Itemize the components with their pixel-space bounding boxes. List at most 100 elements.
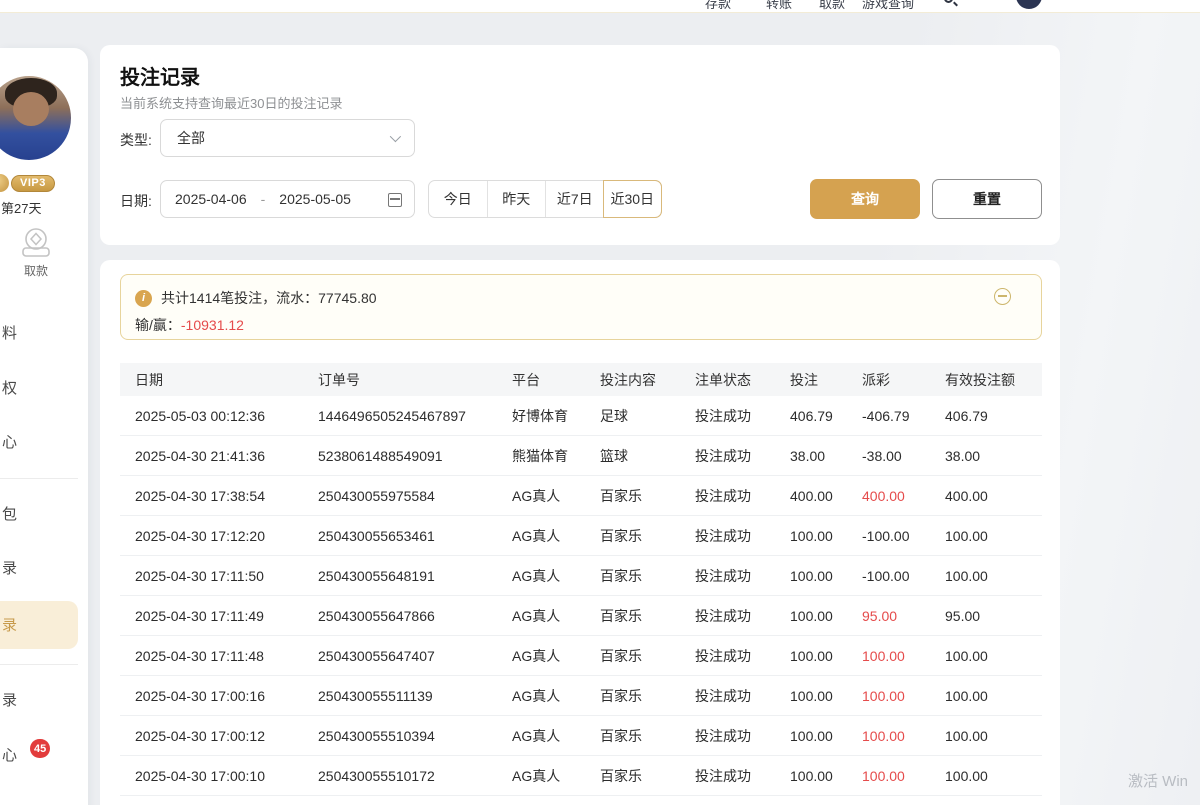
sidebar-divider [0, 478, 78, 479]
sidebar-item-transaction-records[interactable]: 录 [0, 557, 78, 581]
type-select-value: 全部 [177, 128, 205, 148]
cell-order: 250430055648191 [318, 568, 512, 584]
collapse-icon[interactable] [994, 288, 1011, 305]
table-header: 日期 订单号 平台 投注内容 注单状态 投注 派彩 有效投注额 [120, 363, 1042, 396]
date-range-input[interactable]: 2025-04-06 - 2025-05-05 [160, 180, 415, 218]
quick-yesterday-button[interactable]: 昨天 [487, 181, 546, 217]
table-row: 2025-04-30 17:00:10 250430055510172 AG真人… [120, 756, 1042, 796]
cell-status: 投注成功 [695, 726, 790, 746]
cell-bet: 100.00 [790, 568, 862, 584]
header-payout: 派彩 [862, 370, 945, 390]
search-button[interactable]: 查询 [810, 179, 920, 219]
cell-valid-bet: 406.79 [945, 408, 1027, 424]
type-label: 类型: [120, 130, 152, 150]
table-row: 2025-04-30 21:41:36 5238061488549091 熊猫体… [120, 436, 1042, 476]
cell-date: 2025-04-30 21:41:36 [135, 448, 318, 464]
sidebar-item-other-records[interactable]: 录 [0, 689, 78, 713]
cell-bet: 100.00 [790, 688, 862, 704]
page-title: 投注记录 [120, 61, 200, 90]
sidebar-item-redpacket[interactable]: 包 [0, 503, 78, 527]
cell-content: 百家乐 [600, 486, 695, 506]
chevron-down-icon [390, 131, 401, 142]
cell-bet: 100.00 [790, 608, 862, 624]
cell-valid-bet: 38.00 [945, 448, 1027, 464]
cell-payout: -100.00 [862, 528, 945, 544]
sidebar-item-privileges[interactable]: 权 [0, 377, 78, 401]
page-subtitle: 当前系统支持查询最近30日的投注记录 [120, 93, 342, 112]
type-select[interactable]: 全部 [160, 119, 415, 157]
info-icon: i [135, 290, 152, 307]
reset-button[interactable]: 重置 [932, 179, 1042, 219]
cell-bet: 406.79 [790, 408, 862, 424]
summary-total-text: 共计1414笔投注，流水：77745.80 [161, 288, 377, 308]
cell-content: 百家乐 [600, 526, 695, 546]
cell-platform: AG真人 [512, 566, 600, 586]
cell-date: 2025-04-30 17:00:12 [135, 728, 318, 744]
cell-content: 足球 [600, 406, 695, 426]
cell-content: 百家乐 [600, 566, 695, 586]
cell-bet: 100.00 [790, 768, 862, 784]
cell-date: 2025-04-30 17:00:10 [135, 768, 318, 784]
withdraw-label: 取款 [14, 262, 58, 279]
header-date: 日期 [135, 370, 318, 390]
user-avatar-topbar[interactable] [1016, 0, 1042, 9]
cell-content: 百家乐 [600, 606, 695, 626]
date-start-value: 2025-04-06 [175, 191, 247, 207]
results-card: i 共计1414笔投注，流水：77745.80 输/赢：-10931.12 日期… [100, 260, 1060, 805]
cell-order: 250430055975584 [318, 488, 512, 504]
cell-status: 投注成功 [695, 446, 790, 466]
filter-card: 投注记录 当前系统支持查询最近30日的投注记录 类型: 全部 日期: 2025-… [100, 45, 1060, 245]
nav-deposit[interactable]: 存款 [705, 0, 731, 12]
cell-status: 投注成功 [695, 606, 790, 626]
winloss-value: -10931.12 [181, 317, 244, 333]
table-row: 2025-04-30 17:38:54 250430055975584 AG真人… [120, 476, 1042, 516]
sidebar-item-profile[interactable]: 料 [0, 322, 78, 346]
cell-platform: AG真人 [512, 486, 600, 506]
cell-content: 百家乐 [600, 646, 695, 666]
cell-bet: 38.00 [790, 448, 862, 464]
cell-status: 投注成功 [695, 406, 790, 426]
avatar[interactable] [0, 74, 73, 162]
sidebar-item-bet-records-active[interactable]: 录 [0, 614, 78, 638]
search-icon[interactable] [944, 0, 953, 3]
cell-valid-bet: 100.00 [945, 648, 1027, 664]
cell-payout: -406.79 [862, 408, 945, 424]
cell-order: 250430055647407 [318, 648, 512, 664]
cell-payout: 400.00 [862, 488, 945, 504]
cell-bet: 100.00 [790, 528, 862, 544]
cell-order: 250430055511139 [318, 688, 512, 704]
quick-30days-button[interactable]: 近30日 [603, 180, 663, 218]
quick-today-button[interactable]: 今日 [429, 181, 487, 217]
cell-platform: AG真人 [512, 646, 600, 666]
header-order: 订单号 [318, 370, 512, 390]
vip-day-count: 第27天 [1, 198, 41, 217]
cell-status: 投注成功 [695, 766, 790, 786]
cell-date: 2025-04-30 17:11:48 [135, 648, 318, 664]
nav-transfer[interactable]: 转账 [766, 0, 792, 12]
cell-bet: 100.00 [790, 648, 862, 664]
quick-range-group: 今日 昨天 近7日 近30日 [428, 180, 662, 218]
table-row: 2025-04-30 17:11:50 250430055648191 AG真人… [120, 556, 1042, 596]
header-status: 注单状态 [695, 370, 790, 390]
cell-date: 2025-04-30 17:11:49 [135, 608, 318, 624]
table-row: 2025-05-03 00:12:36 1446496505245467897 … [120, 396, 1042, 436]
table-row: 2025-04-30 17:00:16 250430055511139 AG真人… [120, 676, 1042, 716]
vip-medal-icon [0, 174, 9, 192]
sidebar-withdraw-shortcut[interactable]: 取款 [14, 226, 58, 279]
cell-content: 篮球 [600, 446, 695, 466]
date-end-value: 2025-05-05 [279, 191, 351, 207]
cell-status: 投注成功 [695, 526, 790, 546]
cell-date: 2025-04-30 17:12:20 [135, 528, 318, 544]
nav-withdraw[interactable]: 取款 [819, 0, 845, 12]
vip-badge: VIP3 [11, 175, 55, 192]
top-navbar: 存款 转账 取款 游戏查询 [0, 0, 1200, 13]
cell-valid-bet: 100.00 [945, 688, 1027, 704]
header-bet: 投注 [790, 370, 862, 390]
header-platform: 平台 [512, 370, 600, 390]
cell-platform: 好博体育 [512, 406, 600, 426]
nav-game-search[interactable]: 游戏查询 [862, 0, 914, 12]
cell-content: 百家乐 [600, 686, 695, 706]
quick-7days-button[interactable]: 近7日 [545, 181, 604, 217]
sidebar-item-center[interactable]: 心 [0, 431, 78, 455]
cell-payout: 100.00 [862, 728, 945, 744]
